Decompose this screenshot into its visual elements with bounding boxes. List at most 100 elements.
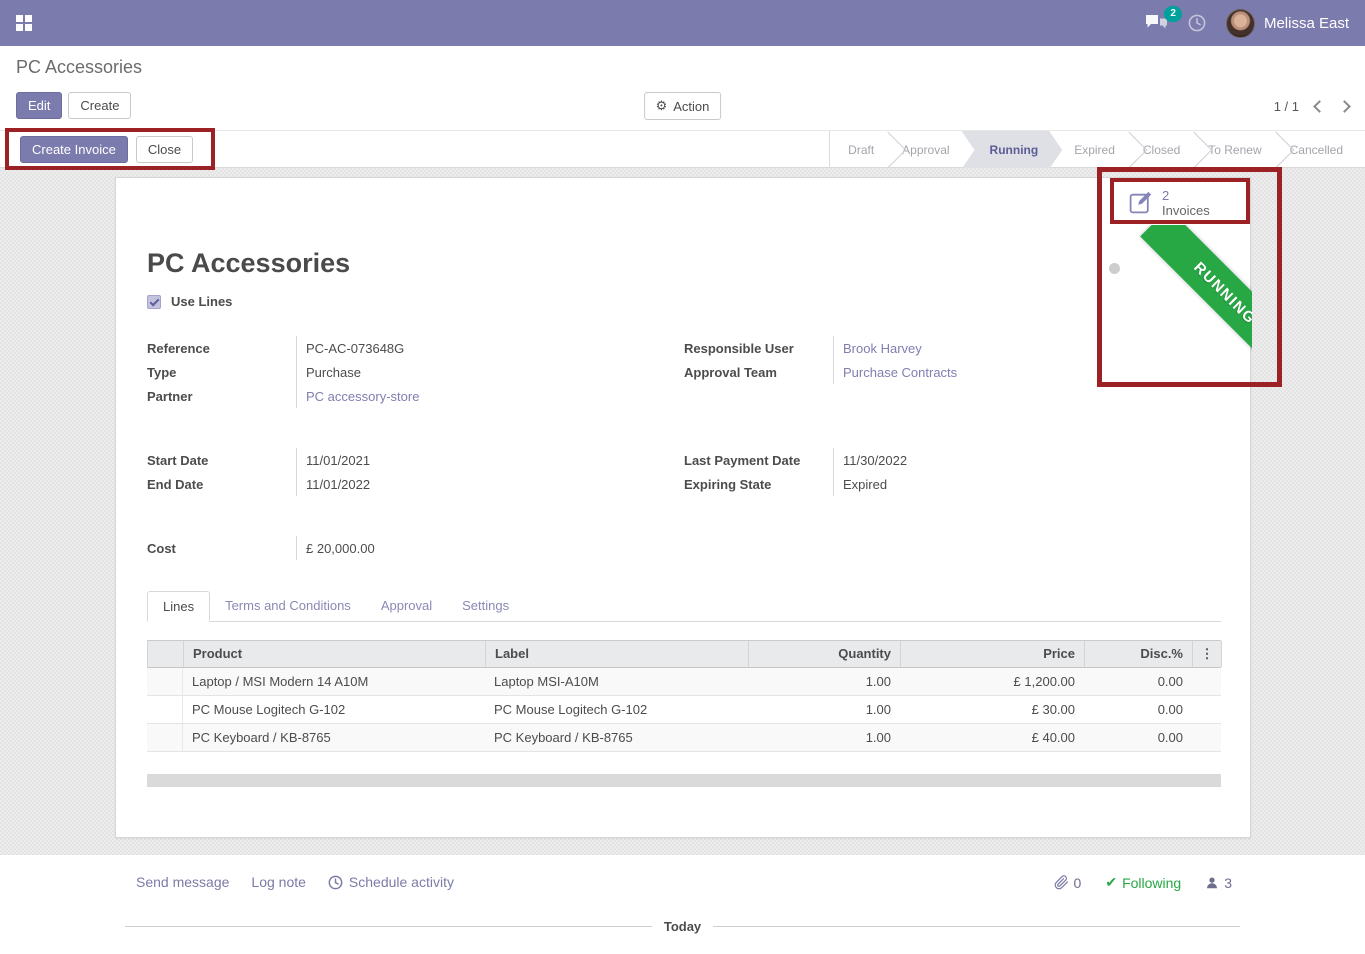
table-header-price[interactable]: Price: [901, 641, 1085, 667]
cell-options: [1192, 724, 1221, 751]
breadcrumb: PC Accessories: [16, 57, 142, 78]
table-header-disc[interactable]: Disc.%: [1085, 641, 1193, 667]
edit-note-icon: [1128, 190, 1153, 215]
table-header-quantity[interactable]: Quantity: [749, 641, 901, 667]
pager-previous-icon[interactable]: [1313, 100, 1326, 113]
field-label-approval-team: Approval Team: [684, 365, 833, 380]
avatar[interactable]: [1226, 9, 1255, 38]
cell-price: £ 1,200.00: [900, 668, 1084, 695]
row-handle: [147, 724, 183, 751]
cell-product: Laptop / MSI Modern 14 A10M: [183, 668, 485, 695]
log-note-button[interactable]: Log note: [251, 874, 306, 890]
gear-icon: ⚙: [656, 98, 668, 114]
invoice-label: Invoices: [1162, 203, 1210, 218]
attachments-button[interactable]: 0: [1054, 875, 1082, 891]
field-value-type: Purchase: [306, 365, 361, 380]
column-options-icon[interactable]: ⋮: [1193, 641, 1222, 667]
schedule-activity-label: Schedule activity: [349, 874, 454, 890]
pager-next-icon[interactable]: [1338, 100, 1351, 113]
table-header-label[interactable]: Label: [486, 641, 749, 667]
stage-pipeline: Draft Approval Running Expired Closed To…: [829, 131, 1365, 169]
lines-table: Product Label Quantity Price Disc.% ⋮ La…: [147, 640, 1221, 752]
table-row[interactable]: PC Keyboard / KB-8765 PC Keyboard / KB-8…: [147, 724, 1221, 752]
messages-badge: 2: [1164, 6, 1182, 22]
status-bar: Create Invoice Close Draft Approval Runn…: [0, 130, 1365, 168]
following-button[interactable]: ✔ Following: [1105, 874, 1181, 891]
field-label-reference: Reference: [147, 341, 296, 356]
following-label: Following: [1122, 875, 1181, 891]
field-value-expiring-state: Expired: [843, 477, 887, 492]
cell-price: £ 30.00: [900, 696, 1084, 723]
app-window: 2 Melissa East PC Accessories Edit Creat…: [0, 0, 1365, 954]
top-navbar: 2 Melissa East: [0, 0, 1365, 46]
clock-icon: [328, 875, 343, 890]
send-message-label: Send message: [136, 874, 229, 890]
use-lines-label: Use Lines: [171, 294, 232, 309]
field-label-type: Type: [147, 365, 296, 380]
field-label-cost: Cost: [147, 541, 296, 556]
field-value-end-date: 11/01/2022: [306, 477, 370, 492]
chatter: Send message Log note Schedule activity …: [0, 855, 1365, 954]
user-name: Melissa East: [1264, 15, 1349, 32]
close-button[interactable]: Close: [136, 136, 193, 163]
record-dot: [1109, 263, 1120, 274]
cell-disc: 0.00: [1084, 696, 1192, 723]
cell-quantity: 1.00: [748, 668, 900, 695]
cell-product: PC Mouse Logitech G-102: [183, 696, 485, 723]
today-divider: Today: [125, 919, 1240, 934]
responsible-user-link[interactable]: Brook Harvey: [843, 341, 922, 356]
use-lines-checkbox[interactable]: [147, 295, 161, 309]
action-label: Action: [673, 99, 709, 114]
cell-quantity: 1.00: [748, 696, 900, 723]
log-note-label: Log note: [251, 874, 306, 890]
invoice-count: 2: [1162, 188, 1210, 203]
apps-menu-icon[interactable]: [16, 15, 32, 31]
table-row[interactable]: PC Mouse Logitech G-102 PC Mouse Logitec…: [147, 696, 1221, 724]
field-label-start-date: Start Date: [147, 453, 296, 468]
horizontal-scrollbar[interactable]: [147, 774, 1221, 787]
field-label-end-date: End Date: [147, 477, 296, 492]
user-menu[interactable]: Melissa East: [1226, 9, 1349, 38]
field-value-reference: PC-AC-073648G: [306, 341, 404, 356]
table-header-product[interactable]: Product: [184, 641, 486, 667]
notebook-tabs: Lines Terms and Conditions Approval Sett…: [147, 591, 1221, 622]
tab-approval[interactable]: Approval: [366, 591, 447, 621]
cell-disc: 0.00: [1084, 724, 1192, 751]
cell-options: [1192, 696, 1221, 723]
followers-button[interactable]: 3: [1205, 875, 1232, 891]
cell-product: PC Keyboard / KB-8765: [183, 724, 485, 751]
ribbon-container: RUNNING: [1126, 225, 1252, 362]
table-row[interactable]: Laptop / MSI Modern 14 A10M Laptop MSI-A…: [147, 668, 1221, 696]
edit-button[interactable]: Edit: [16, 92, 62, 119]
action-button[interactable]: ⚙ Action: [644, 92, 722, 120]
cell-price: £ 40.00: [900, 724, 1084, 751]
messages-icon[interactable]: 2: [1145, 14, 1168, 32]
row-handle: [147, 668, 183, 695]
tab-settings[interactable]: Settings: [447, 591, 524, 621]
cell-options: [1192, 668, 1221, 695]
page-title: PC Accessories: [147, 248, 350, 279]
create-invoice-button[interactable]: Create Invoice: [20, 136, 128, 163]
partner-link[interactable]: PC accessory-store: [306, 389, 419, 404]
cell-label: PC Mouse Logitech G-102: [485, 696, 748, 723]
field-value-start-date: 11/01/2021: [306, 453, 370, 468]
field-label-expiring-state: Expiring State: [684, 477, 833, 492]
approval-team-link[interactable]: Purchase Contracts: [843, 365, 957, 380]
field-label-partner: Partner: [147, 389, 296, 404]
pager-value: 1 / 1: [1274, 99, 1299, 114]
person-icon: [1205, 876, 1219, 890]
running-ribbon: RUNNING: [1140, 225, 1252, 362]
create-button[interactable]: Create: [68, 92, 131, 119]
field-label-last-payment-date: Last Payment Date: [684, 453, 833, 468]
send-message-button[interactable]: Send message: [136, 874, 229, 890]
cell-label: PC Keyboard / KB-8765: [485, 724, 748, 751]
activities-clock-icon[interactable]: [1188, 14, 1206, 32]
tab-lines[interactable]: Lines: [147, 591, 210, 622]
attachments-count: 0: [1074, 875, 1082, 891]
table-header-handle: [148, 641, 184, 667]
table-header-row: Product Label Quantity Price Disc.% ⋮: [147, 640, 1221, 668]
stage-running[interactable]: Running: [962, 131, 1063, 169]
invoices-smart-button[interactable]: 2 Invoices: [1113, 181, 1249, 224]
schedule-activity-button[interactable]: Schedule activity: [328, 874, 454, 890]
tab-terms-and-conditions[interactable]: Terms and Conditions: [210, 591, 366, 621]
